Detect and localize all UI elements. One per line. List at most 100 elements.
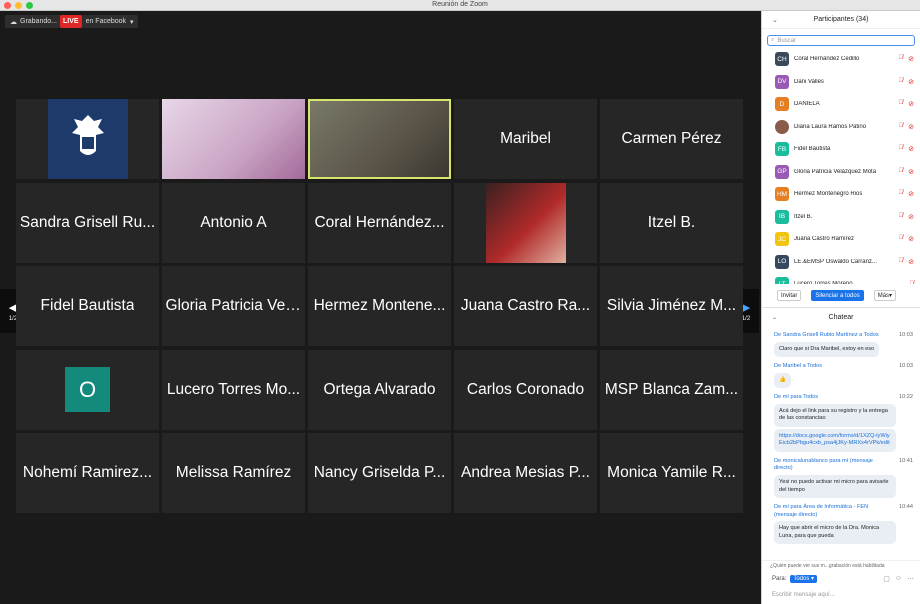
participant-row[interactable]: DV Dani Valles 🎙̸ ⊘ [762, 71, 920, 94]
participant-row[interactable]: CH Coral Hernández Cedillo 🎙̸ ⊘ [762, 48, 920, 71]
participant-name: Andrea Mesias P... [461, 464, 590, 481]
participant-tile[interactable]: Carmen Pérez [600, 99, 743, 179]
participant-row[interactable]: HM Hermez Montenegro Rios 🎙̸ ⊘ [762, 183, 920, 206]
search-placeholder: Buscar [777, 37, 797, 44]
chat-messages: De Sandra Grisell Rubio Martínez a Todos… [762, 326, 920, 560]
avatar: IB [775, 209, 789, 224]
participant-tile[interactable]: O [16, 349, 159, 430]
avatar [775, 119, 789, 134]
muted-mic-icon: 🎙̸ [898, 100, 904, 107]
chat-sender[interactable]: De mí para Todos [774, 394, 818, 402]
participant-tile[interactable]: Andrea Mesias P... [454, 433, 597, 513]
window-title: Reunión de Zoom [432, 1, 488, 8]
chat-sender[interactable]: De Sandra Grisell Rubio Martínez a Todos [774, 332, 879, 340]
live-stream-indicator[interactable]: LIVE en Facebook ▾ [60, 15, 138, 28]
chat-sender[interactable]: De mí para Área de Informática - FEN (me… [774, 504, 884, 519]
participant-list-name: Hermez Montenegro Rios [794, 191, 863, 198]
video-off-icon: ⊘ [908, 101, 914, 109]
participant-tile[interactable]: Melissa Ramírez [162, 433, 305, 513]
file-icon[interactable]: ▢ [883, 575, 890, 583]
participant-tile[interactable]: Maribel [454, 99, 597, 179]
participant-tile[interactable]: Nancy Griselda P... [308, 433, 451, 513]
participant-row[interactable]: LT Lucero Torres Moreno 🎙̸ [762, 273, 920, 284]
participant-row[interactable]: GP Gloria Patricia Velázquez Mota 🎙̸ ⊘ [762, 161, 920, 184]
participant-name: Gloria Patricia Vel... [165, 297, 302, 314]
participant-tile[interactable] [308, 99, 451, 179]
participant-row[interactable]: D DANIELA 🎙̸ ⊘ [762, 93, 920, 116]
participant-tile[interactable]: Silvia Jiménez M... [600, 266, 743, 346]
participant-list-name: Coral Hernández Cedillo [794, 56, 860, 63]
participant-row[interactable]: JC Juana Castro Ramírez 🎙̸ ⊘ [762, 228, 920, 251]
participant-list-name: Diana Laura Ramos Patiño [794, 123, 867, 130]
participant-tile[interactable]: MSP Blanca Zam... [600, 349, 743, 430]
participant-tile[interactable]: Sandra Grisell Ru... [16, 182, 159, 263]
video-off-icon: ⊘ [908, 191, 914, 199]
live-badge: LIVE [60, 15, 82, 28]
participant-tile[interactable]: Ortega Alvarado [308, 349, 451, 430]
participant-list-name: Dani Valles [794, 78, 824, 85]
video-off-icon: ⊘ [908, 236, 914, 244]
participant-tile[interactable]: Antonio A [162, 182, 305, 263]
video-off-icon: ⊘ [908, 78, 914, 86]
invite-button[interactable]: Invitar [777, 290, 802, 301]
chat-visibility-notice[interactable]: ¿Quién puede ver sus m...grabación está … [762, 560, 920, 570]
participant-row[interactable]: FB Fidel Bautista 🎙̸ ⊘ [762, 138, 920, 161]
avatar: CH [775, 52, 789, 67]
participant-name: Juana Castro Ra... [460, 297, 591, 314]
participant-row[interactable]: IB Itzel B. 🎙̸ ⊘ [762, 206, 920, 229]
participant-list-name: DANIELA [794, 101, 820, 108]
chat-message-input[interactable]: Escribir mensaje aquí... [762, 588, 920, 602]
avatar: LT [775, 277, 789, 284]
chat-title: Chatear [828, 313, 854, 321]
participant-row[interactable]: Diana Laura Ramos Patiño 🎙̸ ⊘ [762, 116, 920, 139]
video-grid: Maribel Carmen Pérez Sandra Grisell Ru... A… [16, 99, 743, 513]
video-feed [162, 99, 305, 179]
emoji-icon[interactable]: ☺ [895, 575, 902, 583]
chevron-right-icon: ▶ [741, 301, 751, 314]
recording-indicator[interactable]: ☁ Grabando... [5, 15, 62, 28]
avatar: DV [775, 74, 789, 89]
muted-mic-icon: 🎙̸ [898, 55, 904, 62]
mute-all-button[interactable]: Silenciar a todos [811, 290, 864, 301]
recipient-select[interactable]: Todos ▾ [790, 575, 818, 583]
video-off-icon: ⊘ [908, 56, 914, 64]
more-icon[interactable]: ⋯ [907, 575, 914, 583]
more-button[interactable]: Más ▾ [873, 290, 897, 301]
participant-tile[interactable]: Coral Hernández... [308, 182, 451, 263]
participant-tile[interactable]: Carlos Coronado [454, 349, 597, 430]
muted-mic-icon: 🎙̸ [898, 145, 904, 152]
participant-tile[interactable]: Hermez Montene... [308, 266, 451, 346]
sidebar: ⌄ Participantes (34) ⌕ Buscar CH Coral He… [761, 11, 920, 604]
participant-name: Antonio A [200, 213, 267, 231]
participant-tile[interactable]: Lucero Torres Mo... [162, 349, 305, 430]
collapse-icon[interactable]: ⌄ [772, 314, 777, 321]
participant-tile[interactable]: Monica Yamile R... [600, 433, 743, 513]
participant-tile[interactable]: Gloria Patricia Vel... [162, 266, 305, 346]
participant-search-input[interactable]: ⌕ Buscar [767, 35, 915, 46]
page-indicator-right: 1/2 [741, 315, 751, 322]
chat-sender[interactable]: De Maribel a Todos [774, 363, 822, 371]
muted-mic-icon: 🎙̸ [898, 77, 904, 84]
participant-tile[interactable] [454, 182, 597, 263]
collapse-icon[interactable]: ⌄ [772, 16, 778, 24]
participant-tile[interactable]: Nohemí Ramirez... [16, 433, 159, 513]
participant-tile[interactable]: Fidel Bautista [16, 266, 159, 346]
to-label: Para: [772, 576, 787, 582]
chat-message-text: Hay que abrir el micro de la Dra. Monica… [774, 521, 896, 545]
profile-photo [485, 182, 566, 263]
participant-tile[interactable]: Itzel B. [600, 182, 743, 263]
chat-link[interactable]: https://docs.google.com/forms/d/1XZQ-lyW… [774, 428, 896, 452]
participant-tile[interactable] [162, 99, 305, 179]
participant-tile[interactable] [16, 99, 159, 179]
avatar: FB [775, 142, 789, 157]
participant-name: Fidel Bautista [40, 297, 135, 314]
cloud-icon: ☁ [10, 18, 17, 26]
participant-status-icons: 🎙̸ ⊘ [899, 235, 914, 243]
chat-timestamp: 10:03 [899, 332, 913, 338]
participant-tile[interactable]: Juana Castro Ra... [454, 266, 597, 346]
chat-sender[interactable]: De monicalunablanco para mí (mensaje dir… [774, 458, 884, 473]
participant-status-icons: 🎙̸ ⊘ [899, 55, 914, 63]
participant-row[interactable]: LO LE.&EMSP Oswaldo Carranz... 🎙̸ ⊘ [762, 251, 920, 274]
participant-name: Coral Hernández... [314, 213, 445, 231]
participant-name: Carmen Pérez [621, 130, 722, 147]
